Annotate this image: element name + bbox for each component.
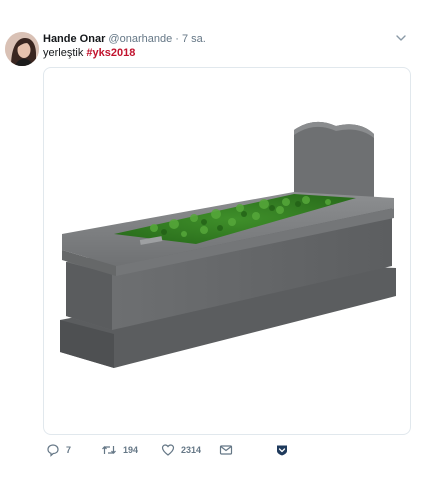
heart-icon — [161, 443, 175, 457]
tweet-text-body: yerleştik — [43, 47, 84, 59]
author-name[interactable]: Hande Onar — [43, 33, 105, 45]
direct-message-button[interactable] — [219, 442, 233, 458]
tweet-timestamp[interactable]: 7 sa. — [182, 33, 206, 45]
avatar-image — [5, 32, 39, 66]
hashtag-link[interactable]: #yks2018 — [86, 47, 135, 59]
reply-count: 7 — [66, 445, 72, 455]
tweet-media[interactable] — [43, 67, 411, 435]
avatar[interactable] — [5, 32, 39, 66]
chevron-down-icon[interactable] — [394, 31, 408, 45]
author-handle[interactable]: @onarhande — [108, 33, 172, 45]
separator-dot: · — [175, 33, 179, 45]
reply-icon — [46, 443, 60, 457]
like-button[interactable]: 2314 — [161, 442, 201, 458]
like-count: 2314 — [181, 445, 202, 455]
envelope-icon — [219, 443, 233, 457]
gravestone-image — [60, 121, 396, 368]
retweet-icon — [101, 443, 117, 457]
tweet-actions: 7 194 2314 — [43, 442, 413, 458]
extra-action-button[interactable] — [275, 442, 289, 458]
tweet-header: Hande Onar @onarhande · 7 sa. — [43, 31, 404, 47]
reply-button[interactable]: 7 — [46, 442, 71, 458]
retweet-button[interactable]: 194 — [101, 442, 138, 458]
retweet-count: 194 — [123, 445, 139, 455]
tweet: Hande Onar @onarhande · 7 sa. yerleştik … — [0, 0, 434, 500]
shield-icon — [275, 443, 289, 457]
tweet-text: yerleştik #yks2018 — [43, 46, 135, 61]
